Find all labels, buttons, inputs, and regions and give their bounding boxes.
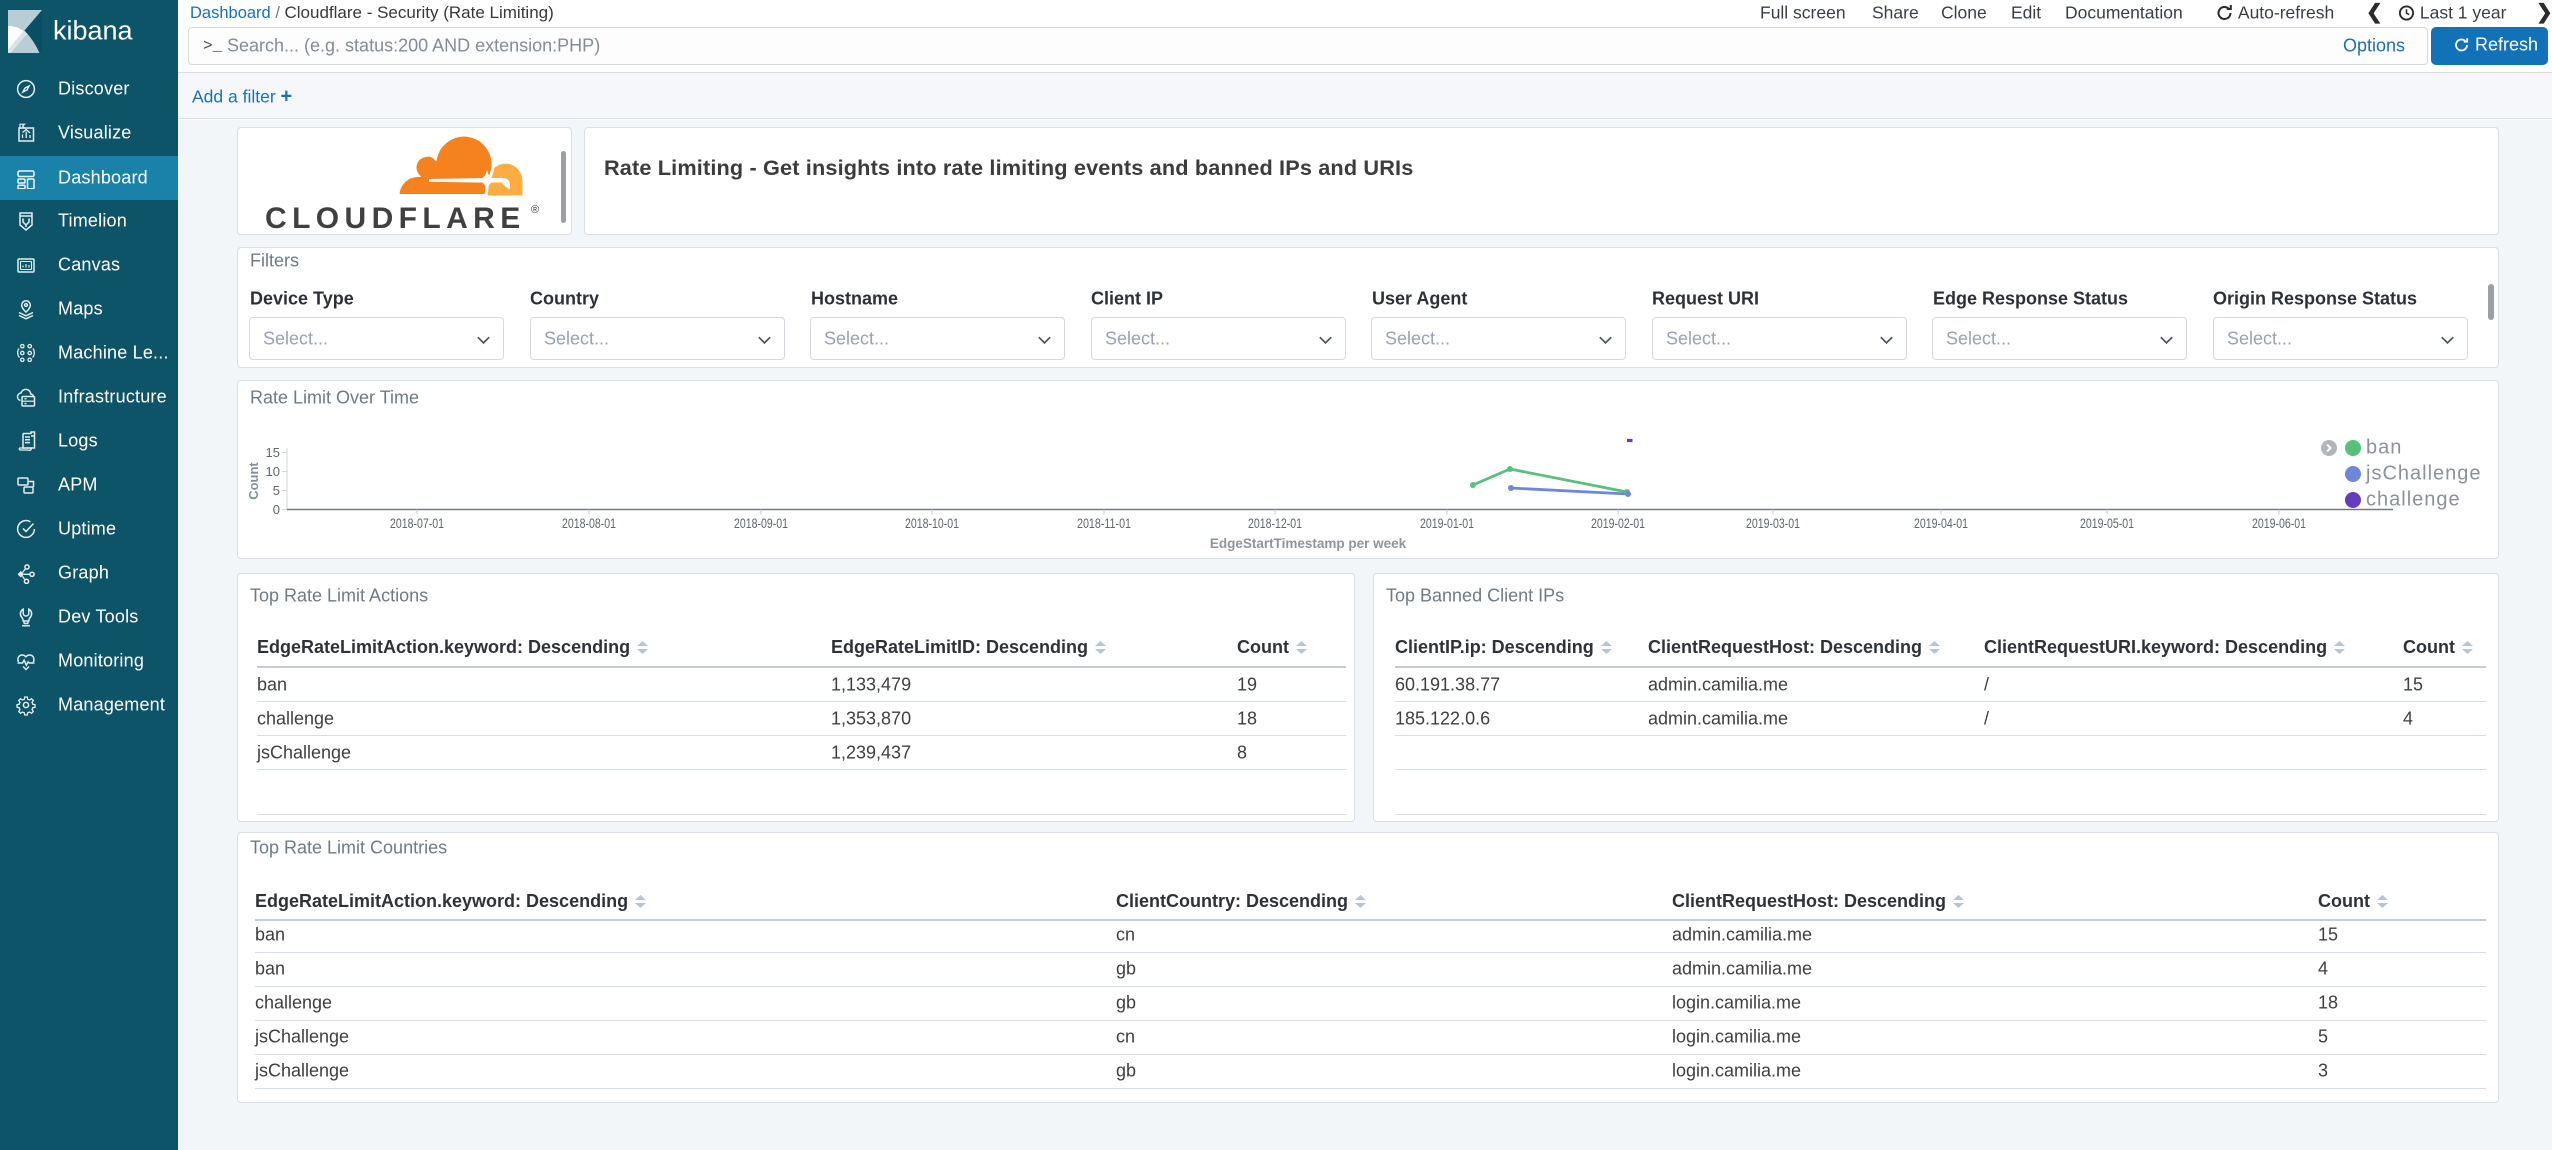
svg-text:2019-04-01: 2019-04-01 [1914,516,1968,531]
svg-text:2018-07-01: 2018-07-01 [390,516,444,531]
svg-text:5: 5 [273,483,280,498]
svg-text:2019-06-01: 2019-06-01 [2252,516,2306,531]
svg-text:2018-11-01: 2018-11-01 [1077,516,1131,531]
svg-text:Count: Count [246,462,261,500]
svg-text:2019-05-01: 2019-05-01 [2080,516,2134,531]
svg-text:0: 0 [273,502,280,517]
svg-text:2018-12-01: 2018-12-01 [1248,516,1302,531]
svg-text:2019-03-01: 2019-03-01 [1746,516,1800,531]
svg-text:2019-02-01: 2019-02-01 [1591,516,1645,531]
svg-text:10: 10 [266,464,280,479]
svg-text:2018-10-01: 2018-10-01 [905,516,959,531]
svg-text:CLOUDFLARE: CLOUDFLARE [265,202,526,234]
svg-text:EdgeStartTimestamp per week: EdgeStartTimestamp per week [1210,536,1407,551]
svg-text:15: 15 [266,445,280,460]
svg-text:2018-09-01: 2018-09-01 [734,516,788,531]
svg-text:2019-01-01: 2019-01-01 [1420,516,1474,531]
svg-text:®: ® [531,204,539,216]
svg-text:2018-08-01: 2018-08-01 [562,516,616,531]
